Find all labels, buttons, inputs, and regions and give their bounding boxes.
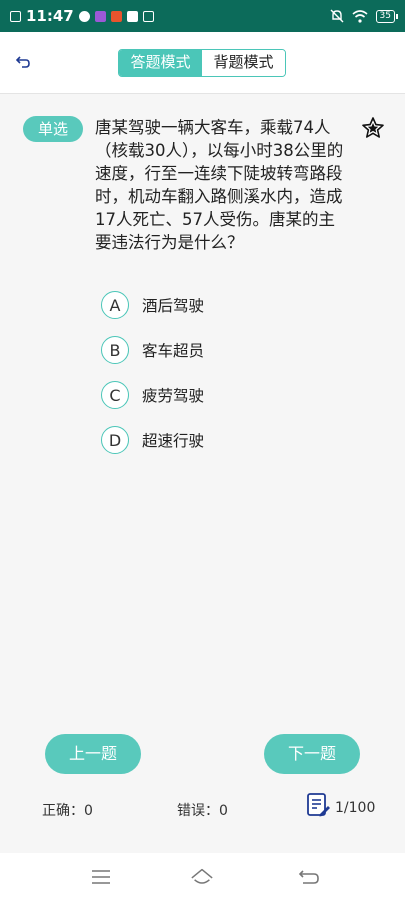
wifi-icon <box>352 9 368 23</box>
mute-icon <box>330 9 344 23</box>
option-c[interactable]: C 疲劳驾驶 <box>101 380 204 410</box>
option-b[interactable]: B 客车超员 <box>101 335 204 365</box>
option-text: 客车超员 <box>142 342 205 360</box>
qq-icon <box>78 10 90 22</box>
option-letter: B <box>101 336 129 364</box>
answer-sheet-icon[interactable] <box>306 792 330 818</box>
option-text: 超速行驶 <box>142 432 205 450</box>
next-question-button[interactable]: 下一题 <box>264 734 360 774</box>
header-bar: 答题模式 背题模式 <box>0 32 405 94</box>
home-icon[interactable] <box>190 865 214 889</box>
battery-indicator: 35 <box>375 9 399 23</box>
option-letter: D <box>101 426 129 454</box>
app-icon <box>126 10 138 22</box>
correct-count: 正确：0 <box>42 803 93 819</box>
option-a[interactable]: A 酒后驾驶 <box>101 290 204 320</box>
question-type-badge: 单选 <box>23 116 83 142</box>
option-d[interactable]: D 超速行驶 <box>101 425 204 455</box>
star-icon[interactable] <box>361 116 385 140</box>
back-nav-icon[interactable] <box>297 865 321 889</box>
back-icon[interactable] <box>15 54 34 72</box>
tab-answer-mode[interactable]: 答题模式 <box>119 50 202 76</box>
option-text: 疲劳驾驶 <box>142 387 205 405</box>
system-nav-bar <box>0 853 405 900</box>
mode-switch: 答题模式 背题模式 <box>118 49 286 77</box>
option-text: 酒后驾驶 <box>142 297 205 315</box>
prev-question-button[interactable]: 上一题 <box>45 734 141 774</box>
wrong-count: 错误：0 <box>177 803 228 819</box>
status-time: 11:47 <box>26 7 74 25</box>
app-icon <box>142 10 154 22</box>
option-letter: A <box>101 291 129 319</box>
app-icon <box>94 10 106 22</box>
question-text: 唐某驾驶一辆大客车，乘载74人（核载30人），以每小时38公里的速度，行至一连续… <box>95 118 344 252</box>
option-letter: C <box>101 381 129 409</box>
sim-icon <box>10 10 21 22</box>
tab-memorize-mode[interactable]: 背题模式 <box>202 50 285 76</box>
menu-icon[interactable] <box>89 865 113 889</box>
app-icon <box>110 10 122 22</box>
status-bar: 11:47 35 <box>0 0 405 32</box>
question-progress: 1/100 <box>335 800 376 816</box>
